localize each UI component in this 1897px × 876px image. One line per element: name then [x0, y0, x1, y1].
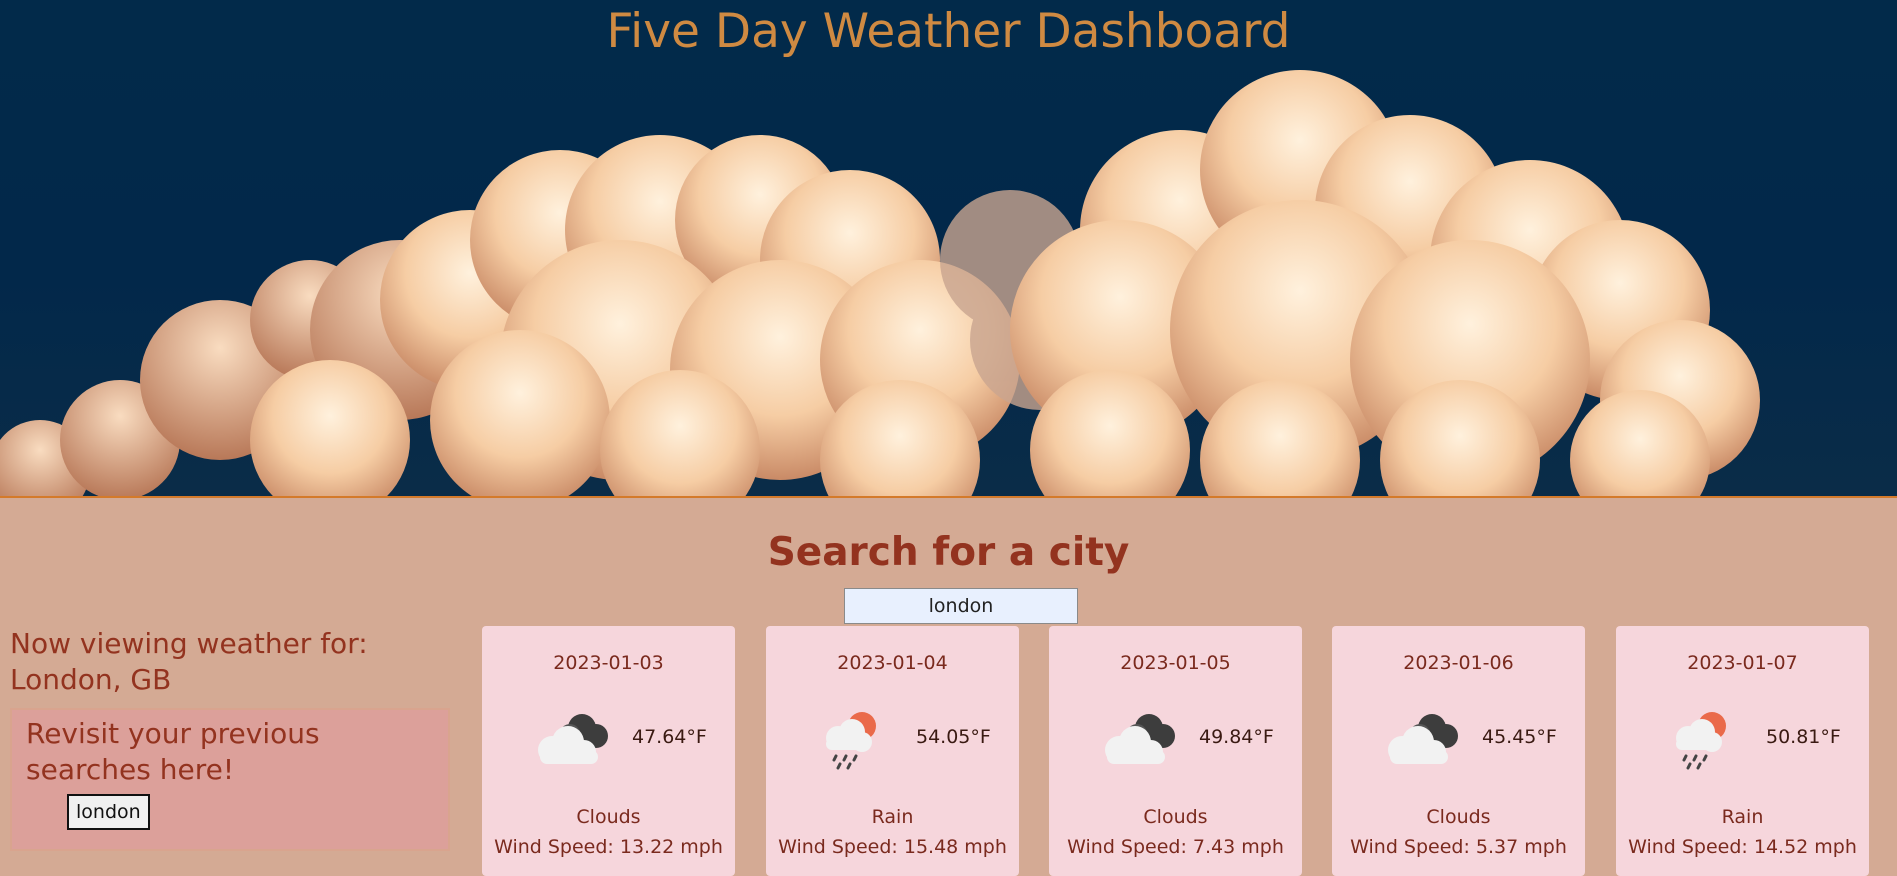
forecast-temp: 45.45°F	[1482, 726, 1557, 748]
forecast-wind: Wind Speed: 13.22 mph	[494, 836, 723, 858]
clouds-icon	[538, 714, 608, 764]
page-title: Five Day Weather Dashboard	[606, 4, 1291, 59]
forecast-card: 2023-01-06 45.45°F Clouds Wind Speed: 5.…	[1332, 626, 1585, 876]
forecast-wind: Wind Speed: 5.37 mph	[1350, 836, 1567, 858]
forecast-date: 2023-01-03	[553, 652, 664, 674]
forecast-description: Clouds	[1143, 806, 1208, 828]
forecast-wind: Wind Speed: 14.52 mph	[1628, 836, 1857, 858]
search-heading: Search for a city	[767, 530, 1130, 575]
forecast-description: Rain	[871, 806, 914, 828]
current-city-heading: Now viewing weather for: London, GB	[10, 626, 450, 698]
forecast-date: 2023-01-05	[1120, 652, 1231, 674]
clouds-icon	[1105, 714, 1175, 764]
forecast-description: Clouds	[576, 806, 641, 828]
rain-icon	[1676, 712, 1726, 770]
forecast-temp: 50.81°F	[1766, 726, 1841, 748]
rain-icon	[826, 712, 876, 770]
forecast-temp: 54.05°F	[916, 726, 991, 748]
forecast-card: 2023-01-05 49.84°F Clouds Wind Speed: 7.…	[1049, 626, 1302, 876]
forecast-card: 2023-01-03 47.64°F Clouds Wind Speed: 13…	[482, 626, 735, 876]
search-history-panel: Revisit your previous searches here! lon…	[10, 708, 450, 851]
search-input[interactable]	[844, 588, 1078, 624]
forecast-wind: Wind Speed: 15.48 mph	[778, 836, 1007, 858]
forecast-description: Clouds	[1426, 806, 1491, 828]
forecast-temp: 49.84°F	[1199, 726, 1274, 748]
forecast-description: Rain	[1721, 806, 1764, 828]
forecast-date: 2023-01-07	[1687, 652, 1798, 674]
current-city: London, GB	[10, 663, 172, 696]
cloud-image	[0, 70, 1760, 496]
clouds-icon	[1388, 714, 1458, 764]
forecast-temp: 47.64°F	[632, 726, 707, 748]
current-label: Now viewing weather for:	[10, 627, 368, 660]
forecast-date: 2023-01-06	[1403, 652, 1514, 674]
history-item-button[interactable]: london	[67, 794, 150, 830]
history-heading: Revisit your previous searches here!	[26, 717, 320, 786]
forecast-wind: Wind Speed: 7.43 mph	[1067, 836, 1284, 858]
hero-banner: Five Day Weather Dashboard	[0, 0, 1897, 498]
forecast-card: 2023-01-04 54.05°F Rain Wind Speed: 15.4…	[766, 626, 1019, 876]
forecast-date: 2023-01-04	[837, 652, 948, 674]
forecast-card: 2023-01-07 50.81°F Rain Wind Speed: 14.5…	[1616, 626, 1869, 876]
